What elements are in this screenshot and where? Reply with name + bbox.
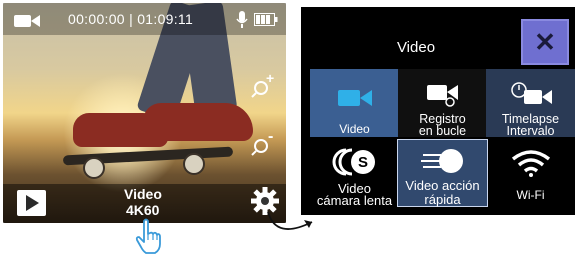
loop-record-icon xyxy=(426,85,458,107)
close-icon: ✕ xyxy=(534,26,556,57)
menu-item-timelapse[interactable]: Timelapse Intervalo xyxy=(486,69,575,137)
menu-item-wifi[interactable]: Wi-Fi xyxy=(486,139,575,207)
recording-timecode: 00:00:00 | 01:09:11 xyxy=(68,11,194,27)
microphone-icon xyxy=(236,11,248,28)
resolution-label[interactable]: 4K60 xyxy=(126,202,159,218)
zoom-in-label: + xyxy=(266,70,275,86)
slow-motion-icon: S xyxy=(332,148,375,176)
mode-label[interactable]: Video xyxy=(124,186,162,202)
svg-text:S: S xyxy=(357,154,367,171)
video-menu: Video ✕ Video Registro en bucle Timelaps… xyxy=(301,7,575,215)
menu-item-slow-motion[interactable]: S Video cámara lenta xyxy=(310,139,399,207)
video-camera-icon xyxy=(337,90,372,106)
menu-item-video[interactable]: Video xyxy=(310,69,399,137)
hand-pointer-icon xyxy=(135,218,161,254)
video-camera-icon xyxy=(14,15,40,27)
menu-title: Video xyxy=(396,39,436,56)
menu-item-fast-motion[interactable]: Video acción rápida xyxy=(397,139,488,207)
zoom-out-label: - xyxy=(268,128,274,145)
battery-icon xyxy=(254,13,278,26)
close-button[interactable]: ✕ xyxy=(521,19,569,65)
timelapse-icon xyxy=(510,82,552,104)
zoom-out-icon[interactable] xyxy=(251,133,281,159)
menu-item-loop-recording[interactable]: Registro en bucle xyxy=(398,69,487,137)
wifi-icon xyxy=(511,150,550,177)
fast-motion-icon xyxy=(420,149,463,173)
play-icon xyxy=(26,195,39,211)
playback-button[interactable] xyxy=(17,190,46,216)
